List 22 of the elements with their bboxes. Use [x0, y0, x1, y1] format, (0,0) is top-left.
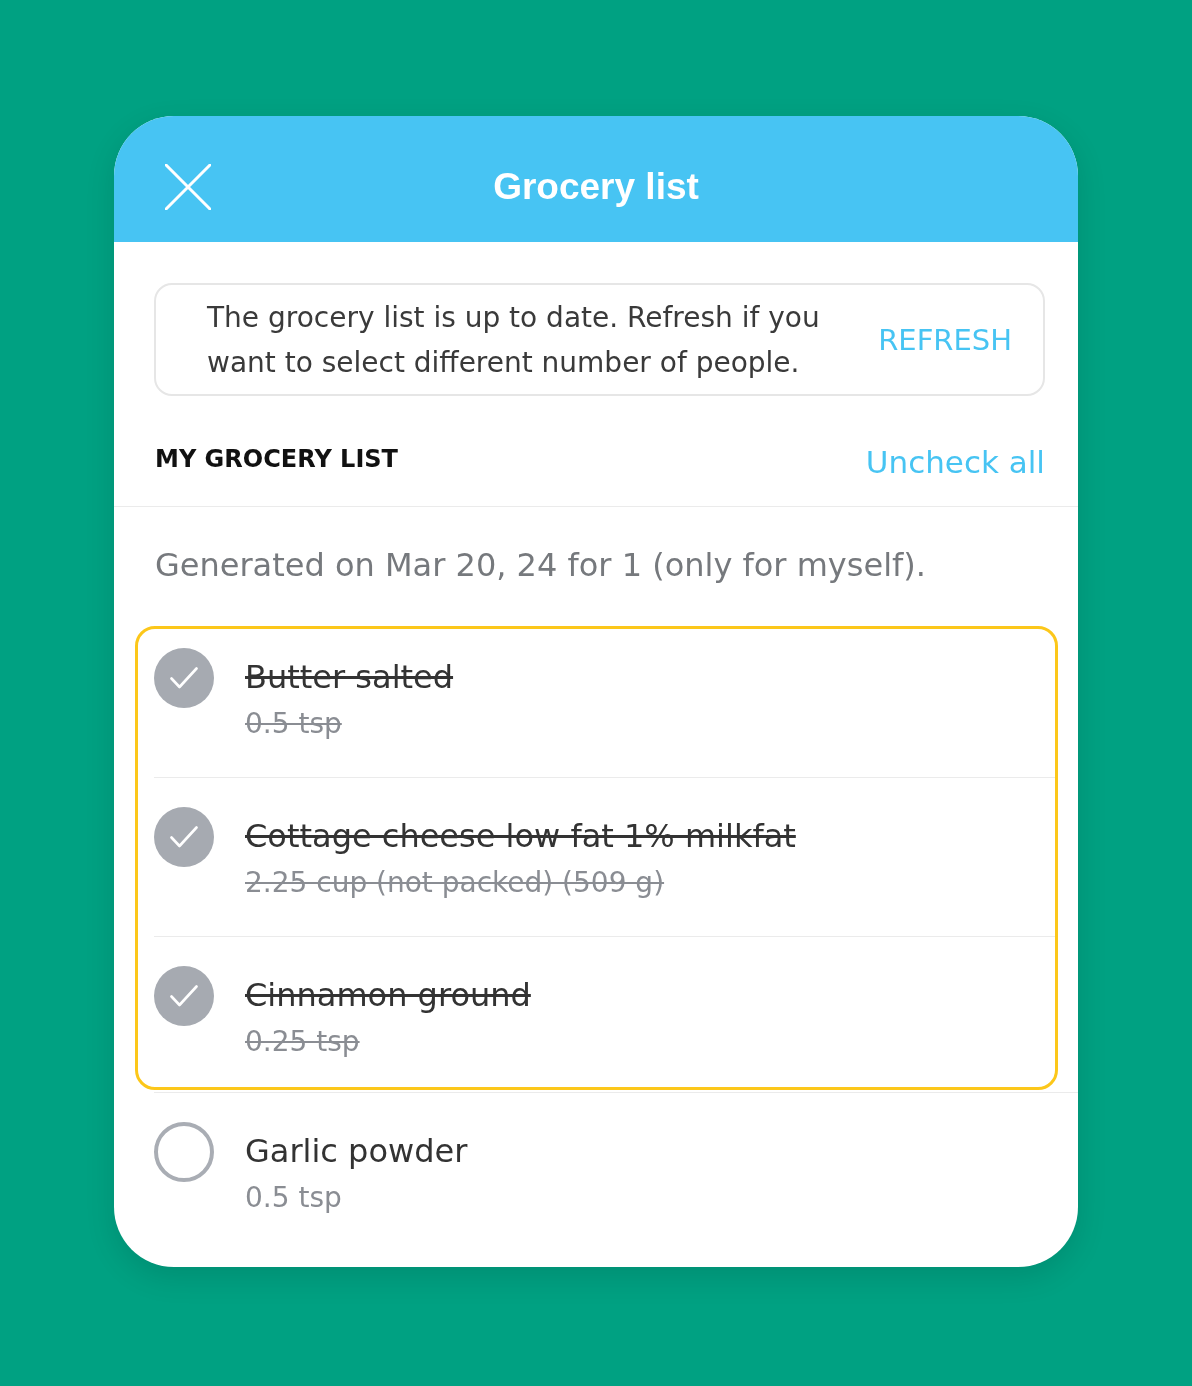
- item-amount: 0.5 tsp: [245, 706, 343, 742]
- dialog-title: Grocery list: [493, 165, 699, 209]
- item-amount: 0.5 tsp: [245, 1180, 343, 1216]
- checkbox[interactable]: [154, 807, 214, 867]
- checkbox[interactable]: [154, 648, 214, 708]
- refresh-button[interactable]: REFRESH: [878, 322, 1012, 357]
- uncheck-all-link[interactable]: Uncheck all: [865, 440, 1045, 484]
- section-heading: MY GROCERY LIST: [155, 444, 398, 475]
- check-icon: [170, 667, 198, 689]
- item-amount: 0.25 tsp: [245, 1024, 361, 1060]
- item-name: Butter salted: [245, 657, 454, 698]
- generated-note: Generated on Mar 20, 24 for 1 (only for myself).: [155, 545, 927, 586]
- item-name: Cottage cheese low fat 1% milkfat: [245, 816, 796, 857]
- checkbox[interactable]: [154, 966, 214, 1026]
- item-amount: 2.25 cup (not packed) (509 g): [245, 865, 666, 901]
- check-icon: [170, 985, 198, 1007]
- item-name: Cinnamon ground: [245, 975, 531, 1016]
- item-name: Garlic powder: [245, 1131, 468, 1172]
- check-icon: [170, 826, 198, 848]
- checkbox[interactable]: [154, 1122, 214, 1182]
- close-icon[interactable]: [165, 164, 211, 210]
- notice-message: The grocery list is up to date. Refresh if you want to select different number of people.: [207, 299, 821, 381]
